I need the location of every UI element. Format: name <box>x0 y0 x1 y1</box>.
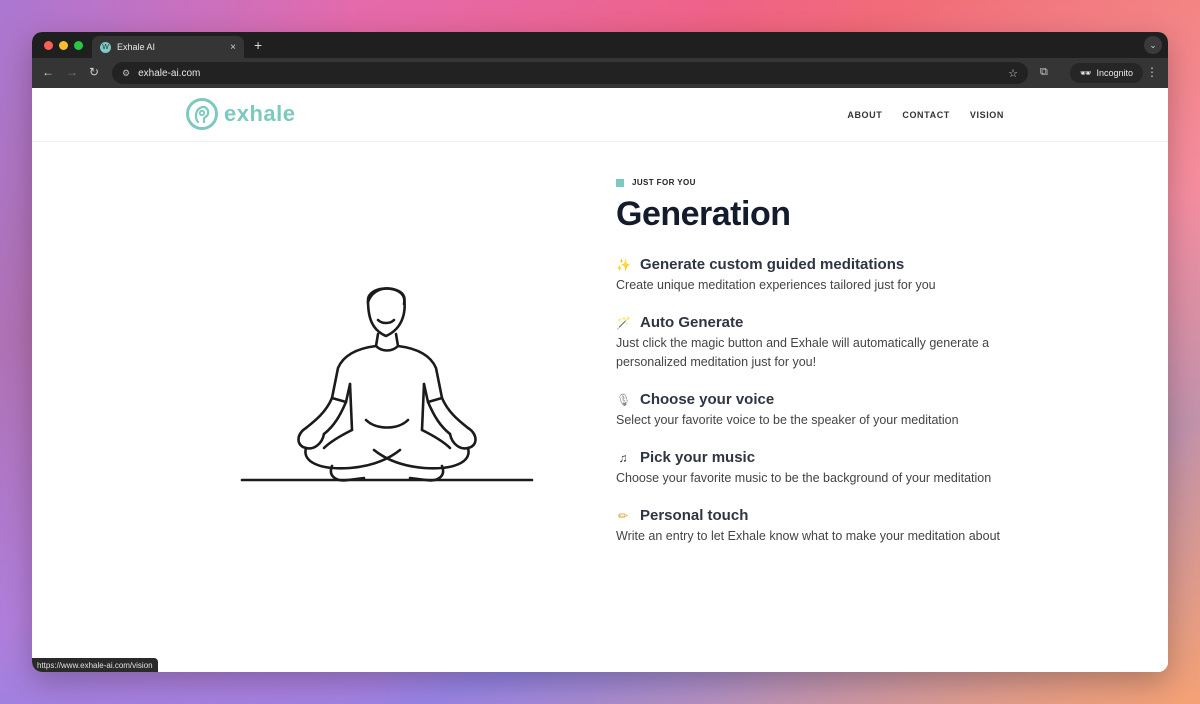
feature-title: Generate custom guided meditations <box>640 256 905 273</box>
meditation-illustration <box>240 287 534 482</box>
reload-icon[interactable]: ↻ <box>89 65 99 79</box>
site-logo[interactable]: exhale <box>186 98 296 130</box>
feature-item: 🪄 Auto Generate Just click the magic but… <box>616 314 1026 372</box>
feature-item: ♫ Pick your music Choose your favorite m… <box>616 449 1026 488</box>
incognito-label: Incognito <box>1096 68 1133 78</box>
feature-item: 🎙 Choose your voice Select your favorite… <box>616 391 1026 430</box>
generation-section: JUST FOR YOU Generation ✨ Generate custo… <box>616 178 1026 565</box>
web-page: exhale ABOUT CONTACT VISION JUST FOR YOU… <box>32 88 1168 672</box>
site-header: exhale ABOUT CONTACT VISION <box>32 88 1168 142</box>
feature-item: ✨ Generate custom guided meditations Cre… <box>616 256 1026 295</box>
new-tab-button[interactable]: + <box>254 37 262 53</box>
bookmark-star-icon[interactable]: ☆ <box>1008 67 1018 80</box>
feature-item: ✏ Personal touch Write an entry to let E… <box>616 507 1026 546</box>
section-eyebrow: JUST FOR YOU <box>616 178 1026 187</box>
nav-contact[interactable]: CONTACT <box>902 110 950 120</box>
feature-title: Personal touch <box>640 507 749 524</box>
window-controls <box>44 41 83 50</box>
site-settings-icon[interactable]: ⚙ <box>122 68 130 79</box>
tab-close-icon[interactable]: × <box>230 42 236 53</box>
logo-text: exhale <box>224 101 296 126</box>
incognito-badge[interactable]: 🕶 Incognito <box>1070 63 1143 83</box>
browser-window: W Exhale AI × + ⌄ ← → ↻ ⚙ exhale-ai.com … <box>32 32 1168 672</box>
close-window-button[interactable] <box>44 41 53 50</box>
music-note-icon: ♫ <box>618 450 628 465</box>
section-title: Generation <box>616 195 791 233</box>
address-bar[interactable]: ⚙ exhale-ai.com ☆ <box>112 62 1028 84</box>
feature-description: Select your favorite voice to be the spe… <box>616 413 959 427</box>
magic-wand-icon: 🪄 <box>616 315 631 330</box>
feature-title: Auto Generate <box>640 314 744 331</box>
browser-tab[interactable]: W Exhale AI × <box>92 36 244 58</box>
browser-menu-icon[interactable]: ⋮ <box>1146 65 1158 79</box>
forward-arrow-icon[interactable]: → <box>66 65 78 79</box>
maximize-window-button[interactable] <box>74 41 83 50</box>
back-arrow-icon[interactable]: ← <box>42 65 54 79</box>
feature-description: Choose your favorite music to be the bac… <box>616 471 992 485</box>
browser-toolbar: ← → ↻ ⚙ exhale-ai.com ☆ ⧉ 🕶 Incognito ⋮ <box>32 58 1168 88</box>
feature-title: Choose your voice <box>640 391 775 408</box>
address-url: exhale-ai.com <box>138 67 201 79</box>
eyebrow-text: JUST FOR YOU <box>632 178 696 187</box>
link-status-bar: https://www.exhale-ai.com/vision <box>32 658 158 672</box>
feature-title: Pick your music <box>640 449 756 466</box>
nav-vision[interactable]: VISION <box>970 110 1004 120</box>
pencil-icon: ✏ <box>617 508 629 523</box>
tab-bar: W Exhale AI × + ⌄ <box>32 32 1168 58</box>
tab-title: Exhale AI <box>117 42 156 52</box>
feature-list: ✨ Generate custom guided meditations Cre… <box>616 256 1026 546</box>
feature-description: Just click the magic button and Exhale w… <box>616 336 990 369</box>
nav-about[interactable]: ABOUT <box>847 110 882 120</box>
feature-description: Write an entry to let Exhale know what t… <box>616 529 1000 543</box>
wordpress-favicon-icon: W <box>100 41 111 53</box>
feature-description: Create unique meditation experiences tai… <box>616 278 936 292</box>
head-logo-icon <box>186 98 218 130</box>
main-nav: ABOUT CONTACT VISION <box>847 110 1004 120</box>
minimize-window-button[interactable] <box>59 41 68 50</box>
extensions-puzzle-icon[interactable]: ⧉ <box>1040 66 1048 79</box>
tab-search-chevron-icon[interactable]: ⌄ <box>1144 36 1162 54</box>
incognito-icon: 🕶 <box>1080 67 1092 78</box>
microphone-icon: 🎙 <box>616 392 632 407</box>
eyebrow-square-icon <box>616 178 624 187</box>
sparkles-icon: ✨ <box>616 257 631 272</box>
